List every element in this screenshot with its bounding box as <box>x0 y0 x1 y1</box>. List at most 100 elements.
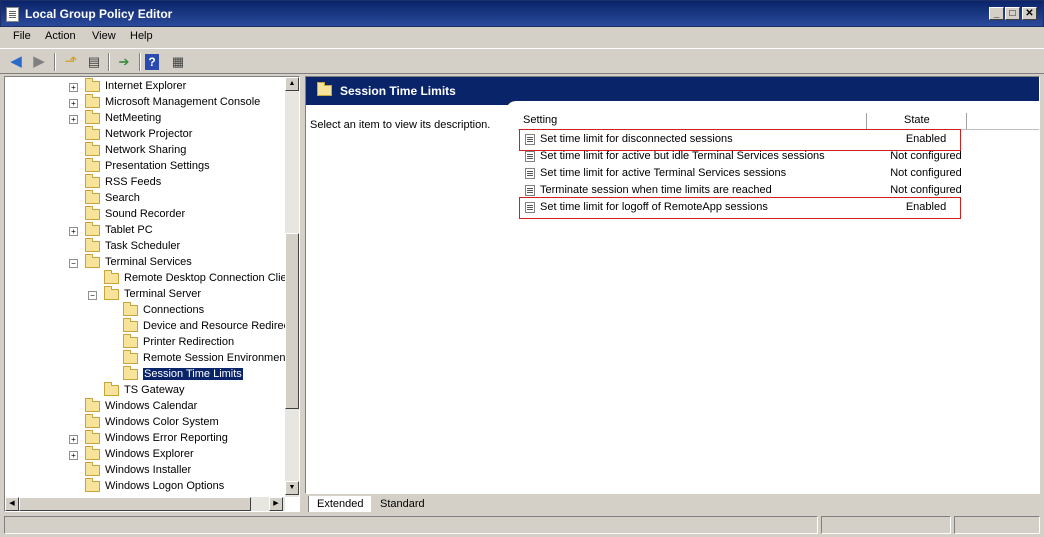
tree-item[interactable]: Printer Redirection <box>5 334 283 351</box>
scroll-right-button[interactable]: ▶ <box>269 497 283 511</box>
status-bar <box>0 514 1044 537</box>
tree-item[interactable]: Presentation Settings <box>5 158 283 175</box>
menu-action[interactable]: Action <box>45 30 76 42</box>
tree-item-label: Search <box>105 192 140 204</box>
menu-view[interactable]: View <box>92 30 116 42</box>
tree-item[interactable]: Task Scheduler <box>5 238 283 255</box>
tree-item-label: Windows Calendar <box>105 400 198 412</box>
folder-icon <box>85 414 100 428</box>
tree-item-label: Internet Explorer <box>105 80 187 92</box>
tree-item-label: Terminal Server <box>124 288 202 300</box>
tree-item[interactable]: Windows Calendar <box>5 398 283 415</box>
expand-icon[interactable]: + <box>69 451 78 460</box>
close-button[interactable]: ✕ <box>1022 7 1037 20</box>
expand-icon[interactable]: + <box>69 435 78 444</box>
folder-icon <box>123 366 138 380</box>
tree-item[interactable]: Device and Resource Redirec <box>5 318 289 335</box>
scroll-thumb[interactable] <box>285 233 299 409</box>
folder-icon <box>85 398 100 412</box>
back-icon[interactable]: ◀ <box>6 52 26 72</box>
tree-item[interactable]: − Terminal Services <box>5 254 283 271</box>
title-bar: Local Group Policy Editor _ □ ✕ <box>0 0 1044 27</box>
folder-icon <box>85 190 100 204</box>
setting-row[interactable]: Set time limit for disconnected sessions… <box>518 129 968 151</box>
export-list-icon[interactable]: ➔ <box>114 52 134 72</box>
forward-icon[interactable]: ▶ <box>29 52 49 72</box>
tree-item[interactable]: Remote Desktop Connection Clier <box>5 270 290 287</box>
tree-item-label: Connections <box>143 304 205 316</box>
expand-icon[interactable]: + <box>69 227 78 236</box>
folder-icon <box>123 334 138 348</box>
expand-icon[interactable]: + <box>69 99 78 108</box>
tree-item-label: Sound Recorder <box>105 208 186 220</box>
help-icon[interactable]: ? <box>145 54 159 70</box>
tree-item[interactable]: + Internet Explorer <box>5 78 283 95</box>
tab-standard[interactable]: Standard <box>372 496 433 512</box>
tree-item[interactable]: Search <box>5 190 283 207</box>
tree-item[interactable]: + Windows Error Reporting <box>5 430 283 447</box>
menu-file[interactable]: File <box>13 30 31 42</box>
view-tabs: Extended Standard <box>305 496 1040 512</box>
policy-setting-icon <box>525 185 535 196</box>
tree-item[interactable]: Network Projector <box>5 126 283 143</box>
scroll-left-button[interactable]: ◀ <box>5 497 19 511</box>
folder-icon <box>85 478 100 492</box>
tree-item-label: TS Gateway <box>124 384 185 396</box>
folder-icon <box>85 206 100 220</box>
window-title: Local Group Policy Editor <box>25 7 173 21</box>
tree-item[interactable]: Sound Recorder <box>5 206 283 223</box>
tree-item[interactable]: − Terminal Server <box>5 286 283 303</box>
tree-horizontal-scrollbar[interactable]: ◀ ▶ <box>5 497 285 511</box>
collapse-icon[interactable]: − <box>69 259 78 268</box>
setting-row[interactable]: Set time limit for active but idle Termi… <box>518 148 968 165</box>
tree-item[interactable]: Connections <box>5 302 283 319</box>
column-setting[interactable]: Setting <box>523 114 557 126</box>
tree-item[interactable]: RSS Feeds <box>5 174 283 191</box>
tree-item[interactable]: Windows Color System <box>5 414 283 431</box>
tree-item-label: Windows Error Reporting <box>105 432 228 444</box>
toolbar: ◀ ▶ ⬏ ▤ ➔ ? ▦ <box>0 48 1044 74</box>
setting-name: Set time limit for active Terminal Servi… <box>540 167 787 179</box>
tree-item[interactable]: + Windows Explorer <box>5 446 283 463</box>
up-folder-icon[interactable]: ⬏ <box>61 52 81 72</box>
status-cell-main <box>4 516 818 534</box>
show-hide-tree-icon[interactable]: ▤ <box>84 52 104 72</box>
minimize-button[interactable]: _ <box>989 7 1004 20</box>
console-tree: + Internet Explorer + Microsoft Management … <box>4 76 300 512</box>
tree-item[interactable]: Windows Logon Options <box>5 478 283 495</box>
column-state[interactable]: State <box>904 114 930 126</box>
menu-help[interactable]: Help <box>130 30 153 42</box>
folder-icon <box>85 78 100 92</box>
status-cell-3 <box>954 516 1040 534</box>
maximize-button[interactable]: □ <box>1005 7 1020 20</box>
setting-row[interactable]: Set time limit for active Terminal Servi… <box>518 165 968 182</box>
tab-extended[interactable]: Extended <box>308 496 372 512</box>
tree-item-label: Device and Resource Redirec <box>143 320 290 332</box>
folder-icon <box>85 94 100 108</box>
folder-icon <box>85 174 100 188</box>
tree-item[interactable]: Network Sharing <box>5 142 283 159</box>
tree-item[interactable]: TS Gateway <box>5 382 283 399</box>
scroll-up-button[interactable]: ▲ <box>285 77 299 91</box>
setting-row[interactable]: Set time limit for logoff of RemoteApp s… <box>518 197 968 219</box>
tree-item-label: Network Sharing <box>105 144 187 156</box>
tree-item-label: Network Projector <box>105 128 193 140</box>
tree-item[interactable]: Remote Session Environment <box>5 350 289 367</box>
tree-vertical-scrollbar[interactable]: ▲ ▼ <box>285 77 299 497</box>
tree-item-label: RSS Feeds <box>105 176 162 188</box>
tree-item[interactable]: + Microsoft Management Console <box>5 94 283 111</box>
tree-item[interactable]: + NetMeeting <box>5 110 283 127</box>
hscroll-thumb[interactable] <box>19 497 251 511</box>
expand-icon[interactable]: + <box>69 83 78 92</box>
tree-item[interactable]: Windows Installer <box>5 462 283 479</box>
properties-icon[interactable]: ▦ <box>168 52 188 72</box>
tree-item[interactable]: Session Time Limits <box>5 366 283 383</box>
collapse-icon[interactable]: − <box>88 291 97 300</box>
folder-icon <box>85 222 100 236</box>
scroll-down-button[interactable]: ▼ <box>285 481 299 495</box>
expand-icon[interactable]: + <box>69 115 78 124</box>
tree-item-label: Remote Desktop Connection Clier <box>124 272 291 284</box>
tree-item[interactable]: + Tablet PC <box>5 222 283 239</box>
folder-icon <box>123 318 138 332</box>
tree-item-label: Tablet PC <box>105 224 153 236</box>
